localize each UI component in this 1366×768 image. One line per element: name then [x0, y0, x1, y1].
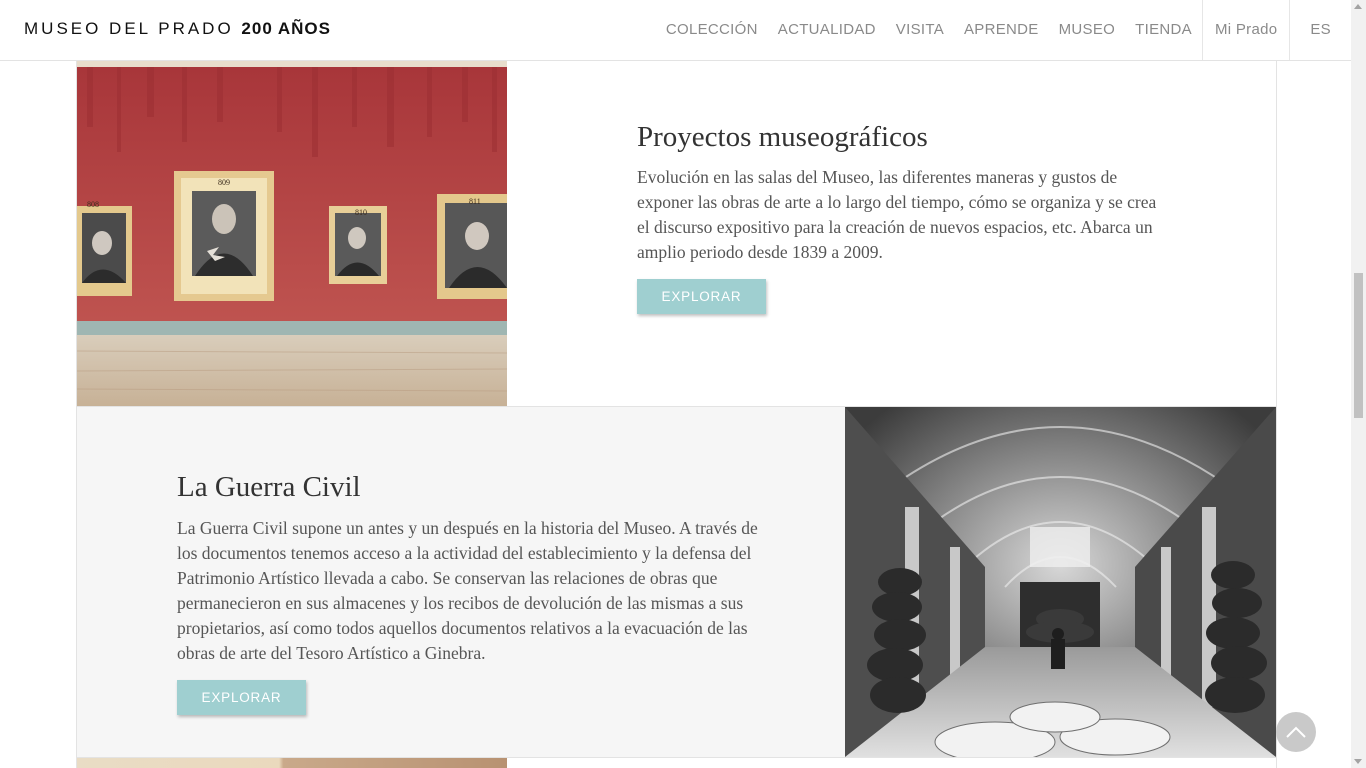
- civil-war-gallery-photo[interactable]: [845, 407, 1276, 757]
- nav-actualidad[interactable]: ACTUALIDAD: [768, 0, 886, 60]
- back-to-top-button[interactable]: [1276, 712, 1316, 752]
- page-scrollbar[interactable]: [1351, 0, 1366, 768]
- scroll-down-arrow-icon[interactable]: [1354, 759, 1362, 764]
- section-title: La Guerra Civil: [177, 471, 361, 503]
- nav-coleccion[interactable]: COLECCIÓN: [656, 0, 768, 60]
- svg-text:808: 808: [87, 200, 99, 209]
- logo-text: MUSEO DEL PRADO: [24, 19, 234, 38]
- nav-museo[interactable]: MUSEO: [1049, 0, 1126, 60]
- section-title: Proyectos museográficos: [637, 121, 928, 153]
- content-container: 808 809 810 811 Proyectos museográficos …: [76, 61, 1277, 768]
- gallery-photo: [845, 407, 1276, 757]
- section-proyectos-museograficos: 808 809 810 811 Proyectos museográficos …: [77, 61, 1276, 407]
- explore-button[interactable]: EXPLORAR: [637, 279, 766, 314]
- museum-gallery-watercolor-image[interactable]: 808 809 810 811: [77, 61, 507, 406]
- scroll-thumb[interactable]: [1354, 273, 1363, 418]
- section-description: Evolución en las salas del Museo, las di…: [637, 167, 1157, 262]
- watercolor-drawing: 808 809 810 811: [77, 61, 507, 406]
- nav-aprende[interactable]: APRENDE: [954, 0, 1049, 60]
- next-section-image[interactable]: [77, 758, 507, 768]
- section-description: La Guerra Civil supone un antes y un des…: [177, 518, 758, 663]
- site-logo[interactable]: MUSEO DEL PRADO 200 AÑOS: [24, 19, 331, 39]
- section-guerra-civil: La Guerra Civil La Guerra Civil supone u…: [77, 407, 1276, 758]
- chevron-up-icon: [1286, 726, 1306, 738]
- nav-visita[interactable]: VISITA: [886, 0, 954, 60]
- svg-text:809: 809: [218, 178, 230, 187]
- language-selector[interactable]: ES: [1290, 0, 1351, 60]
- logo-anniversary: 200 AÑOS: [241, 19, 331, 38]
- explore-button[interactable]: EXPLORAR: [177, 680, 306, 715]
- scroll-up-arrow-icon[interactable]: [1354, 4, 1362, 9]
- svg-text:811: 811: [469, 197, 481, 206]
- svg-text:810: 810: [355, 208, 367, 217]
- nav-tienda[interactable]: TIENDA: [1125, 0, 1202, 60]
- main-nav: COLECCIÓN ACTUALIDAD VISITA APRENDE MUSE…: [656, 0, 1351, 60]
- site-header: MUSEO DEL PRADO 200 AÑOS COLECCIÓN ACTUA…: [0, 0, 1351, 61]
- next-section: [77, 758, 1276, 768]
- nav-mi-prado[interactable]: Mi Prado: [1203, 0, 1289, 60]
